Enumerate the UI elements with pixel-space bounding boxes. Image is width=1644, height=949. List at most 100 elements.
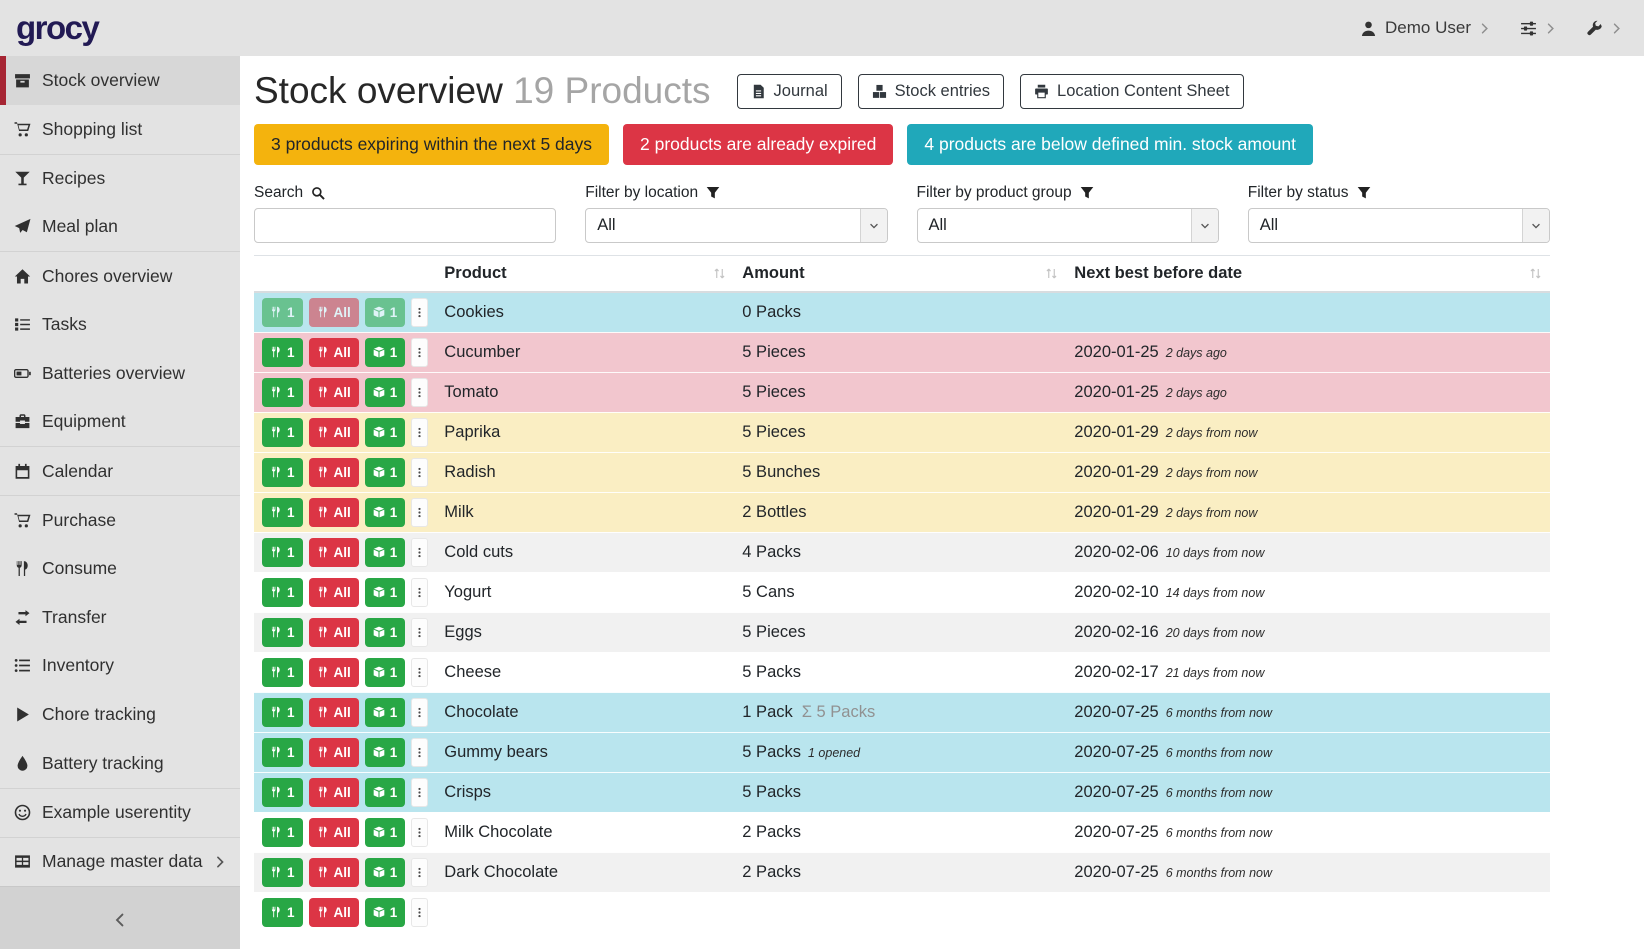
row-menu-button[interactable] bbox=[411, 738, 428, 767]
consume-one-button[interactable]: 1 bbox=[262, 778, 303, 807]
open-one-button[interactable]: 1 bbox=[365, 658, 406, 687]
alert-banner-3[interactable]: 4 products are below defined min. stock … bbox=[907, 124, 1313, 165]
sidebar-collapse-button[interactable] bbox=[0, 886, 240, 949]
sidebar-item-shopping-list[interactable]: Shopping list bbox=[0, 105, 240, 154]
row-menu-button[interactable] bbox=[411, 418, 428, 447]
consume-one-button[interactable]: 1 bbox=[262, 338, 303, 367]
consume-all-button[interactable]: All bbox=[309, 778, 359, 807]
sidebar-item-example-userentity[interactable]: Example userentity bbox=[0, 788, 240, 837]
status-select[interactable]: All bbox=[1248, 208, 1550, 243]
consume-all-button[interactable]: All bbox=[309, 698, 359, 727]
consume-one-button[interactable]: 1 bbox=[262, 618, 303, 647]
sidebar-item-transfer[interactable]: Transfer bbox=[0, 593, 240, 642]
user-menu[interactable]: Demo User bbox=[1360, 18, 1490, 38]
consume-one-button[interactable]: 1 bbox=[262, 298, 303, 327]
sidebar-item-inventory[interactable]: Inventory bbox=[0, 642, 240, 691]
sidebar-item-calendar[interactable]: Calendar bbox=[0, 446, 240, 495]
row-menu-button[interactable] bbox=[411, 298, 428, 327]
consume-all-button[interactable]: All bbox=[309, 858, 359, 887]
consume-all-button[interactable]: All bbox=[309, 578, 359, 607]
sidebar-item-chore-tracking[interactable]: Chore tracking bbox=[0, 690, 240, 739]
consume-all-button[interactable]: All bbox=[309, 618, 359, 647]
open-one-button[interactable]: 1 bbox=[365, 338, 406, 367]
sidebar-item-stock-overview[interactable]: Stock overview bbox=[0, 56, 240, 105]
row-menu-button[interactable] bbox=[411, 658, 428, 687]
consume-all-button[interactable]: All bbox=[309, 338, 359, 367]
consume-all-button[interactable]: All bbox=[309, 658, 359, 687]
sidebar-item-chores-overview[interactable]: Chores overview bbox=[0, 251, 240, 300]
alert-banner-2[interactable]: 2 products are already expired bbox=[623, 124, 893, 165]
consume-one-button[interactable]: 1 bbox=[262, 378, 303, 407]
row-menu-button[interactable] bbox=[411, 458, 428, 487]
open-one-button[interactable]: 1 bbox=[365, 818, 406, 847]
sidebar-item-manage-master-data[interactable]: Manage master data bbox=[0, 837, 240, 886]
row-menu-button[interactable] bbox=[411, 498, 428, 527]
open-one-button[interactable]: 1 bbox=[365, 578, 406, 607]
location-content-sheet-button[interactable]: Location Content Sheet bbox=[1020, 74, 1243, 109]
row-menu-button[interactable] bbox=[411, 618, 428, 647]
date-column-header[interactable]: Next best before date bbox=[1066, 256, 1550, 293]
consume-one-button[interactable]: 1 bbox=[262, 898, 303, 927]
sidebar-item-purchase[interactable]: Purchase bbox=[0, 495, 240, 544]
brand-logo[interactable]: grocy bbox=[16, 9, 98, 47]
consume-all-button[interactable]: All bbox=[309, 498, 359, 527]
row-menu-button[interactable] bbox=[411, 858, 428, 887]
sidebar-item-battery-tracking[interactable]: Battery tracking bbox=[0, 739, 240, 788]
row-menu-button[interactable] bbox=[411, 378, 428, 407]
row-menu-button[interactable] bbox=[411, 338, 428, 367]
consume-one-button[interactable]: 1 bbox=[262, 578, 303, 607]
consume-one-button[interactable]: 1 bbox=[262, 658, 303, 687]
sidebar-item-tasks[interactable]: Tasks bbox=[0, 300, 240, 349]
consume-all-button[interactable]: All bbox=[309, 738, 359, 767]
product-group-select[interactable]: All bbox=[917, 208, 1219, 243]
row-menu-button[interactable] bbox=[411, 538, 428, 567]
row-menu-button[interactable] bbox=[411, 578, 428, 607]
consume-one-button[interactable]: 1 bbox=[262, 498, 303, 527]
open-one-button[interactable]: 1 bbox=[365, 898, 406, 927]
consume-one-button[interactable]: 1 bbox=[262, 418, 303, 447]
consume-one-button[interactable]: 1 bbox=[262, 698, 303, 727]
consume-all-button[interactable]: All bbox=[309, 898, 359, 927]
row-menu-button[interactable] bbox=[411, 818, 428, 847]
sidebar-item-consume[interactable]: Consume bbox=[0, 544, 240, 593]
consume-one-button[interactable]: 1 bbox=[262, 538, 303, 567]
consume-one-button[interactable]: 1 bbox=[262, 458, 303, 487]
sort-icon[interactable] bbox=[1529, 267, 1542, 280]
open-one-button[interactable]: 1 bbox=[365, 698, 406, 727]
consume-all-button[interactable]: All bbox=[309, 538, 359, 567]
open-one-button[interactable]: 1 bbox=[365, 738, 406, 767]
consume-one-button[interactable]: 1 bbox=[262, 738, 303, 767]
consume-one-button[interactable]: 1 bbox=[262, 858, 303, 887]
open-one-button[interactable]: 1 bbox=[365, 538, 406, 567]
open-one-button[interactable]: 1 bbox=[365, 618, 406, 647]
open-one-button[interactable]: 1 bbox=[365, 298, 406, 327]
consume-all-button[interactable]: All bbox=[309, 418, 359, 447]
product-column-header[interactable]: Product bbox=[436, 256, 734, 293]
consume-all-button[interactable]: All bbox=[309, 298, 359, 327]
alert-banner-1[interactable]: 3 products expiring within the next 5 da… bbox=[254, 124, 609, 165]
consume-all-button[interactable]: All bbox=[309, 458, 359, 487]
open-one-button[interactable]: 1 bbox=[365, 378, 406, 407]
journal-button[interactable]: Journal bbox=[737, 74, 842, 109]
admin-menu[interactable] bbox=[1586, 20, 1622, 37]
open-one-button[interactable]: 1 bbox=[365, 458, 406, 487]
sort-icon[interactable] bbox=[1045, 267, 1058, 280]
stock-entries-button[interactable]: Stock entries bbox=[858, 74, 1004, 109]
consume-one-button[interactable]: 1 bbox=[262, 818, 303, 847]
sidebar-item-batteries-overview[interactable]: Batteries overview bbox=[0, 349, 240, 398]
open-one-button[interactable]: 1 bbox=[365, 498, 406, 527]
row-menu-button[interactable] bbox=[411, 778, 428, 807]
row-menu-button[interactable] bbox=[411, 698, 428, 727]
location-select[interactable]: All bbox=[585, 208, 887, 243]
open-one-button[interactable]: 1 bbox=[365, 858, 406, 887]
search-input[interactable] bbox=[254, 208, 556, 243]
open-one-button[interactable]: 1 bbox=[365, 418, 406, 447]
sort-icon[interactable] bbox=[713, 267, 726, 280]
open-one-button[interactable]: 1 bbox=[365, 778, 406, 807]
sidebar-item-recipes[interactable]: Recipes bbox=[0, 154, 240, 203]
consume-all-button[interactable]: All bbox=[309, 818, 359, 847]
settings-menu[interactable] bbox=[1520, 20, 1556, 37]
row-menu-button[interactable] bbox=[411, 898, 428, 927]
sidebar-item-meal-plan[interactable]: Meal plan bbox=[0, 202, 240, 251]
sidebar-item-equipment[interactable]: Equipment bbox=[0, 398, 240, 447]
